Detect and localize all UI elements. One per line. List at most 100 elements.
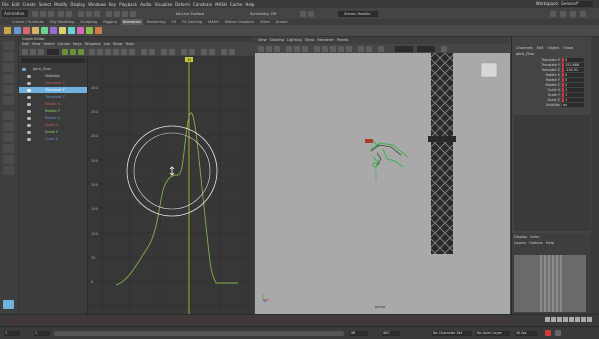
curve-visibility-icon[interactable] — [27, 88, 31, 92]
open-trax-editor-icon[interactable] — [229, 48, 235, 55]
isolate-select-icon[interactable] — [378, 45, 384, 52]
snap-view-plane-icon[interactable] — [130, 10, 136, 17]
single-perspective-layout-icon[interactable] — [3, 111, 14, 120]
open-dope-sheet-icon[interactable] — [221, 48, 227, 55]
gamma-field[interactable] — [417, 45, 435, 52]
cb-menu-channels[interactable]: Channels — [516, 45, 533, 51]
step-back-key-icon[interactable] — [551, 317, 556, 322]
bookmark-icon[interactable] — [274, 45, 280, 52]
frame-selection-icon[interactable] — [70, 48, 76, 55]
scene-start-field[interactable]: 1 — [4, 330, 20, 336]
fps-dropdown[interactable]: 30 fps — [515, 330, 537, 336]
curve-visibility-icon[interactable] — [27, 130, 31, 134]
outliner-item[interactable]: Rotate Z — [19, 115, 87, 121]
menu-file[interactable]: File — [2, 2, 9, 7]
swap-buffer-icon[interactable] — [169, 48, 175, 55]
character-rig[interactable] — [369, 140, 409, 170]
playback-start-field[interactable]: 1 — [34, 330, 50, 336]
layer-tab-anim[interactable]: Anim — [530, 235, 539, 239]
menu-windows[interactable]: Windows — [88, 2, 106, 7]
curve-visibility-icon[interactable] — [27, 109, 31, 113]
attr-value-field[interactable]: -134.51 — [562, 68, 584, 73]
character-set-dropdown[interactable]: No Character Set — [432, 330, 472, 336]
set-key-translate-icon[interactable] — [23, 27, 30, 34]
save-scene-icon[interactable] — [48, 10, 54, 17]
select-by-component-icon[interactable] — [94, 10, 100, 17]
outliner-item[interactable]: Translate Z — [19, 94, 87, 100]
step-forward-frame-icon[interactable] — [575, 317, 580, 322]
buffer-curve-icon[interactable] — [161, 48, 167, 55]
denormalize-icon[interactable] — [189, 48, 195, 55]
custom-layout-icon[interactable] — [3, 166, 14, 175]
shelf-settings-icon[interactable] — [4, 27, 11, 34]
menu-visualize[interactable]: Visualize — [154, 2, 172, 7]
channel-box-toggle-icon[interactable] — [580, 10, 586, 17]
color-management-icon[interactable] — [441, 45, 447, 52]
vp-menu-show[interactable]: Show — [305, 37, 315, 44]
attr-value-field[interactable]: 152.868 — [562, 63, 584, 68]
set-key-icon[interactable] — [14, 27, 21, 34]
side-tabs-strip[interactable] — [591, 37, 599, 314]
bake-icon[interactable] — [77, 27, 84, 34]
camera-attributes-icon[interactable] — [266, 45, 272, 52]
snap-grid-icon[interactable] — [106, 10, 112, 17]
playback-end-field[interactable]: 96 — [350, 330, 368, 336]
attribute-editor-icon[interactable] — [560, 10, 566, 17]
step-forward-key-icon[interactable] — [581, 317, 586, 322]
range-slider-bar[interactable] — [54, 330, 344, 336]
step-tangent-icon[interactable] — [129, 48, 135, 55]
graph-canvas[interactable]: 400 350 300 250 200 150 100 50 0 30 — [88, 57, 254, 314]
attr-value-field[interactable]: 0 — [562, 83, 584, 88]
unify-tangents-icon[interactable] — [149, 48, 155, 55]
attr-value-field[interactable]: 1 — [562, 93, 584, 98]
pre-infinity-cycle-icon[interactable] — [201, 48, 207, 55]
live-surface-label[interactable]: No Live Surface — [176, 11, 204, 17]
stats-field[interactable] — [47, 48, 59, 55]
paint-select-icon[interactable] — [3, 63, 14, 72]
menu-key[interactable]: Key — [109, 2, 116, 7]
layer-menu-options[interactable]: Options — [529, 241, 543, 245]
clamped-tangent-icon[interactable] — [105, 48, 111, 55]
attr-value-field[interactable]: 0 — [562, 73, 584, 78]
menu-constrain[interactable]: Constrain — [193, 2, 212, 7]
layer-tab-display[interactable]: Display — [514, 235, 527, 239]
scene-canvas[interactable]: persp — [255, 53, 510, 314]
cb-menu-show[interactable]: Show — [563, 45, 573, 51]
select-tool-icon[interactable] — [3, 41, 14, 50]
workspace-dropdown[interactable]: General* — [559, 1, 593, 7]
outliner-layout-icon[interactable] — [3, 155, 14, 164]
scale-tool-icon[interactable] — [3, 96, 14, 105]
auto-tangent-icon[interactable] — [89, 48, 95, 55]
curve-visibility-icon[interactable] — [27, 81, 31, 85]
redo-icon[interactable] — [66, 10, 72, 17]
animation-preferences-icon[interactable] — [555, 330, 561, 336]
script-editor-icon[interactable] — [3, 300, 14, 309]
vp-menu-shading[interactable]: Shading — [270, 37, 285, 44]
user-account-button[interactable]: Steven Roselle — [338, 10, 378, 17]
curve-visibility-icon[interactable] — [27, 95, 31, 99]
textured-icon[interactable] — [330, 45, 336, 52]
layer-menu-layers[interactable]: Layers — [514, 241, 526, 245]
joint-tool-icon[interactable] — [95, 27, 102, 34]
undo-icon[interactable] — [58, 10, 64, 17]
new-scene-icon[interactable] — [32, 10, 38, 17]
open-scene-icon[interactable] — [40, 10, 46, 17]
attr-row-visibility[interactable]: Visibility on — [512, 103, 590, 108]
play-backwards-icon[interactable] — [563, 317, 568, 322]
outliner-item[interactable]: Visibility — [19, 73, 87, 79]
lattice-deform-icon[interactable] — [38, 48, 44, 55]
xray-icon[interactable] — [358, 45, 364, 52]
go-to-end-icon[interactable] — [587, 317, 592, 322]
outliner-item[interactable]: Scale Z — [19, 136, 87, 142]
curve-visibility-icon[interactable] — [27, 102, 31, 106]
layer-menu-help[interactable]: Help — [546, 241, 554, 245]
step-back-frame-icon[interactable] — [557, 317, 562, 322]
menu-mash[interactable]: MASH — [215, 2, 227, 7]
exposure-field[interactable] — [395, 45, 413, 52]
go-to-start-icon[interactable] — [545, 317, 550, 322]
outliner-item[interactable]: Translate X — [19, 80, 87, 86]
normalize-icon[interactable] — [181, 48, 187, 55]
four-view-layout-icon[interactable] — [3, 122, 14, 131]
vp-menu-panels[interactable]: Panels — [337, 37, 349, 44]
menu-select[interactable]: Select — [39, 2, 51, 7]
